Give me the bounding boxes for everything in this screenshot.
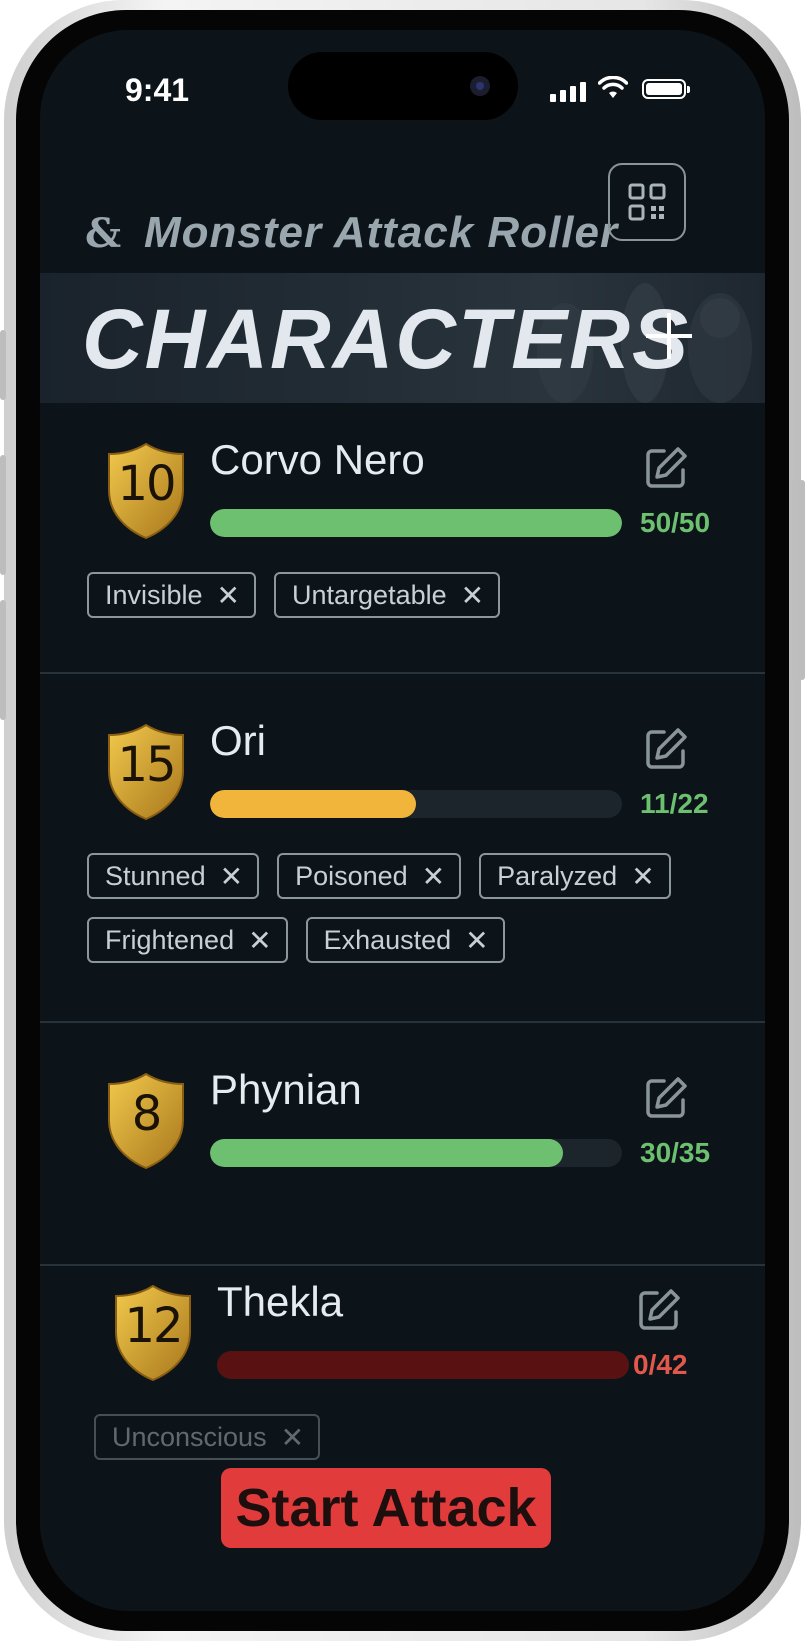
app-header: & Monster Attack Roller [40, 160, 765, 270]
edit-icon [646, 1077, 687, 1118]
app-screen: 9:41 & Monster Attack Roller CHARACTERS … [40, 30, 765, 1611]
remove-condition-icon[interactable]: ✕ [248, 924, 271, 957]
condition-tag: Unconscious ✕ [94, 1414, 321, 1460]
edit-character-button[interactable] [644, 446, 688, 490]
battery-icon [642, 79, 690, 99]
add-character-button[interactable] [644, 311, 694, 361]
power-button [799, 480, 805, 680]
card-divider [40, 672, 765, 674]
status-time: 9:41 [125, 72, 190, 108]
remove-condition-icon[interactable]: ✕ [422, 860, 445, 893]
edit-icon [646, 728, 687, 769]
volume-down-button [0, 600, 6, 720]
condition-tag: Poisoned ✕ [277, 853, 462, 899]
condition-label: Stunned [105, 860, 206, 891]
condition-tags: Stunned ✕ Poisoned ✕ Paralyzed ✕ Frightened ✕ Ex… [87, 853, 707, 963]
condition-tags: Unconscious ✕ [94, 1414, 714, 1460]
card-divider [40, 1264, 765, 1266]
edit-character-button[interactable] [644, 727, 688, 771]
hp-bar [217, 1351, 629, 1379]
remove-condition-icon[interactable]: ✕ [461, 579, 484, 612]
character-level: 12 [124, 1298, 183, 1354]
hp-bar-fill [217, 1351, 629, 1379]
condition-label: Unconscious [112, 1421, 267, 1452]
character-level: 10 [117, 456, 176, 512]
qr-code-button[interactable] [608, 163, 686, 241]
condition-label: Untargetable [292, 579, 447, 610]
level-shield-icon: 8 [107, 1072, 185, 1170]
character-name: Corvo Nero [210, 436, 425, 483]
character-name: Ori [210, 717, 266, 764]
condition-tag: Paralyzed ✕ [479, 853, 671, 899]
hp-bar [210, 790, 622, 818]
page-title: CHARACTERS [82, 292, 690, 386]
cellular-signal-icon [550, 82, 586, 102]
remove-condition-icon[interactable]: ✕ [631, 860, 654, 893]
card-divider [40, 1021, 765, 1023]
level-shield-icon: 12 [114, 1284, 192, 1382]
level-shield-icon: 15 [107, 723, 185, 821]
condition-tag: Frightened ✕ [87, 917, 288, 963]
characters-banner: CHARACTERS [40, 273, 765, 403]
hp-text: 30/35 [640, 1137, 711, 1168]
volume-up-button [0, 455, 6, 575]
character-level: 15 [117, 737, 176, 793]
condition-tag: Stunned ✕ [87, 853, 260, 899]
character-name: Thekla [217, 1278, 344, 1325]
hp-text: 11/22 [640, 788, 709, 819]
qr-code-icon [628, 183, 666, 221]
condition-label: Frightened [105, 924, 235, 955]
hp-bar-fill [210, 790, 416, 818]
hp-bar [210, 1139, 622, 1167]
condition-tags: Invisible ✕ Untargetable ✕ [87, 572, 707, 618]
action-button [0, 330, 6, 400]
character-name: Phynian [210, 1066, 362, 1113]
dnd-logo-icon: & [85, 210, 122, 257]
camera-icon [470, 76, 490, 96]
condition-tag: Invisible ✕ [87, 572, 257, 618]
condition-label: Poisoned [295, 860, 408, 891]
hp-bar-fill [210, 1139, 564, 1167]
edit-character-button[interactable] [644, 1076, 688, 1120]
condition-label: Invisible [105, 579, 203, 610]
remove-condition-icon[interactable]: ✕ [217, 579, 240, 612]
start-attack-button[interactable]: Start Attack [221, 1468, 551, 1548]
level-shield-icon: 10 [107, 442, 185, 540]
character-level: 8 [131, 1086, 163, 1142]
remove-condition-icon[interactable]: ✕ [465, 924, 488, 957]
app-title: Monster Attack Roller [144, 208, 619, 257]
hp-text: 0/42 [633, 1349, 688, 1380]
edit-icon [639, 1289, 680, 1330]
wifi-icon [598, 76, 628, 98]
remove-condition-icon[interactable]: ✕ [220, 860, 243, 893]
condition-tag: Untargetable ✕ [274, 572, 501, 618]
edit-character-button[interactable] [637, 1288, 681, 1332]
status-bar: 9:41 [40, 30, 765, 140]
condition-label: Paralyzed [497, 860, 618, 891]
edit-icon [646, 447, 687, 488]
condition-label: Exhausted [323, 924, 452, 955]
hp-bar [210, 509, 622, 537]
hp-text: 50/50 [640, 507, 711, 538]
remove-condition-icon[interactable]: ✕ [281, 1421, 304, 1454]
dynamic-island [288, 52, 518, 120]
condition-tag: Exhausted ✕ [305, 917, 505, 963]
hp-bar-fill [210, 509, 622, 537]
